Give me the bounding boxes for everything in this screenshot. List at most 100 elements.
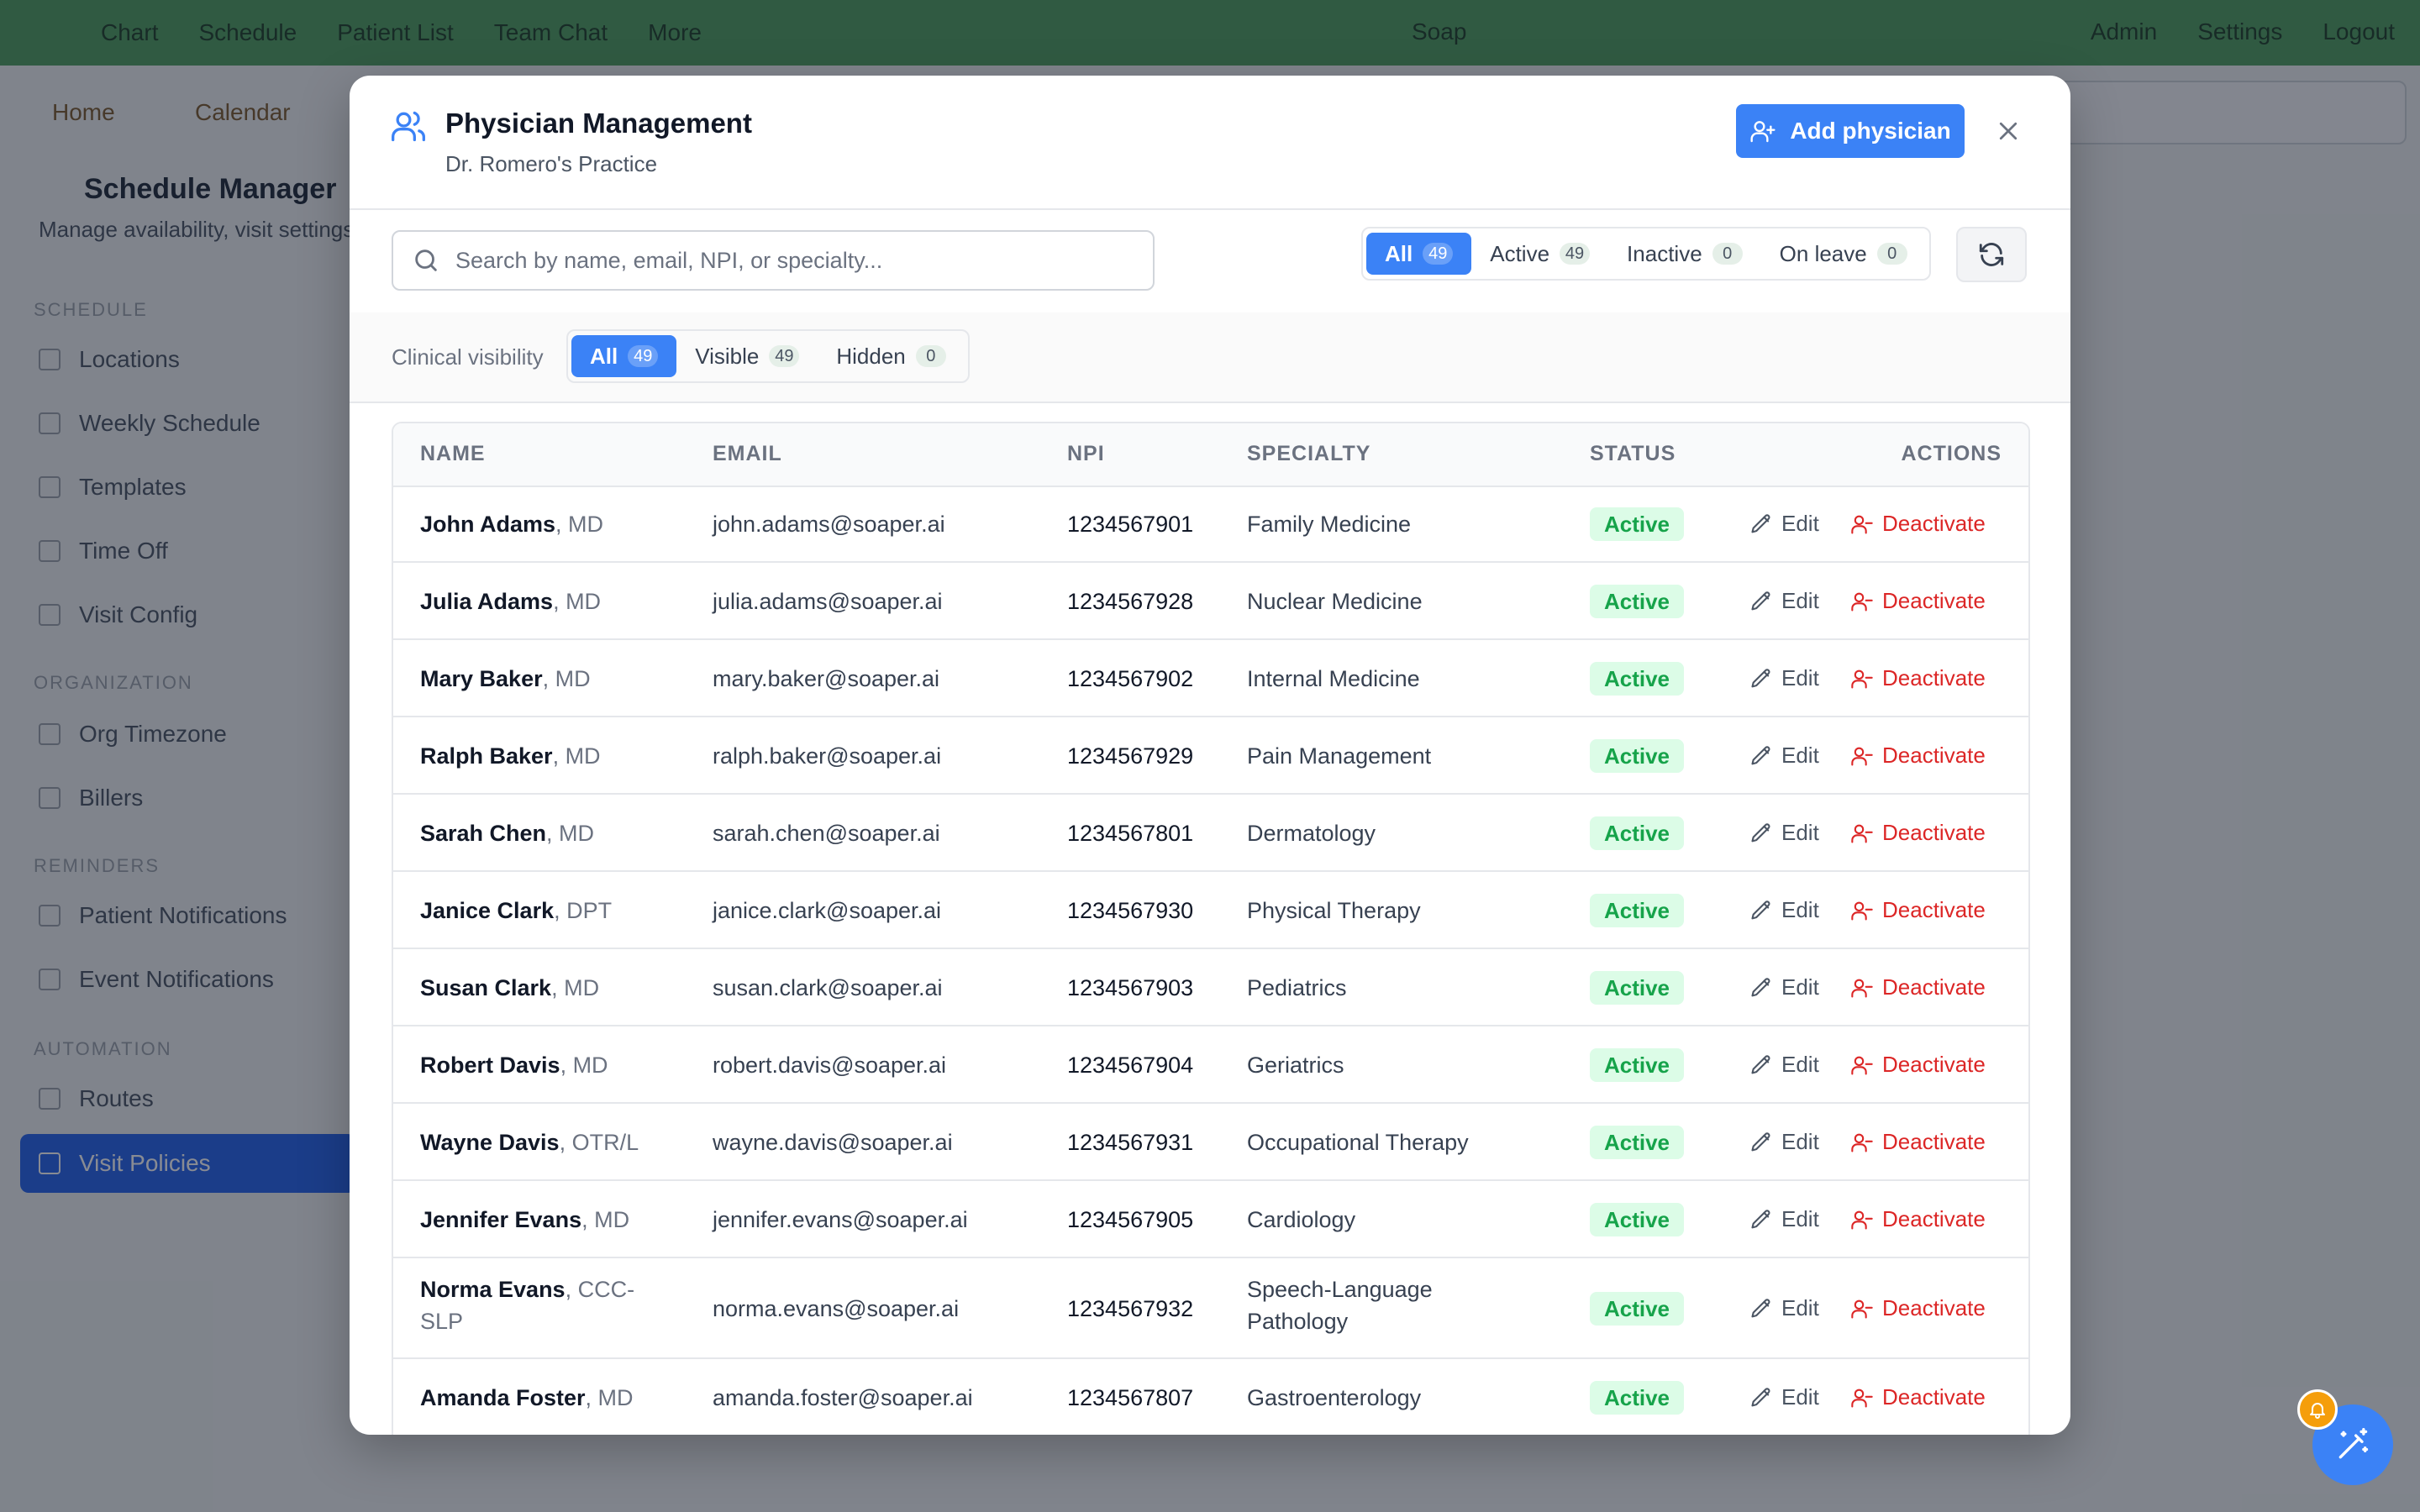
filter-count: 0 [915, 345, 946, 367]
physician-name-cell: Julia Adams, MD [420, 585, 655, 617]
edit-label: Edit [1781, 1129, 1819, 1154]
physician-name: Julia Adams [420, 589, 554, 614]
edit-button[interactable]: Edit [1749, 743, 1819, 769]
physician-name: John Adams [420, 512, 556, 537]
npi-cell: 1234567901 [1067, 512, 1194, 537]
npi-cell: 1234567928 [1067, 589, 1194, 614]
add-physician-button[interactable]: Add physician [1736, 104, 1965, 158]
npi-cell: 1234567903 [1067, 975, 1194, 1000]
edit-label: Edit [1781, 897, 1819, 922]
pencil-icon [1751, 1054, 1770, 1074]
physician-credential: , MD [553, 589, 602, 614]
edit-button[interactable]: Edit [1749, 1295, 1819, 1321]
column-header-specialty[interactable]: SPECIALTY [1247, 442, 1370, 466]
email-cell: ralph.baker@soaper.ai [713, 743, 942, 769]
visibility-filter-visible[interactable]: Visible 49 [676, 335, 818, 377]
table-row: Janice Clark, DPT janice.clark@soaper.ai 1… [393, 872, 2028, 949]
deactivate-button[interactable]: Deactivate [1850, 974, 1986, 1000]
physician-credential: , MD [551, 975, 600, 1000]
physician-name: Amanda Foster [420, 1385, 586, 1410]
deactivate-label: Deactivate [1882, 820, 1986, 845]
physician-name-cell: Wayne Davis, OTR/L [420, 1126, 655, 1158]
bell-icon [2310, 1403, 2325, 1419]
filter-label: Hidden [836, 343, 906, 369]
edit-button[interactable]: Edit [1749, 665, 1819, 691]
deactivate-button[interactable]: Deactivate [1850, 1295, 1986, 1321]
deactivate-button[interactable]: Deactivate [1850, 1129, 1986, 1155]
deactivate-button[interactable]: Deactivate [1850, 1052, 1986, 1078]
visibility-filter-group: All 49 Visible 49 Hidden 0 [566, 329, 970, 383]
pencil-icon [1751, 977, 1770, 996]
table-row: Susan Clark, MD susan.clark@soaper.ai 1234… [393, 949, 2028, 1026]
specialty-cell: Pediatrics [1247, 975, 1347, 1000]
deactivate-label: Deactivate [1882, 974, 1986, 1000]
user-minus-icon [1851, 515, 1873, 534]
status-badge: Active [1590, 1126, 1684, 1159]
table-row: Norma Evans, CCC-SLP norma.evans@soaper.a… [393, 1258, 2028, 1359]
search-field[interactable] [392, 230, 1155, 291]
edit-button[interactable]: Edit [1749, 974, 1819, 1000]
user-minus-icon [1851, 824, 1873, 843]
notification-badge[interactable] [2297, 1389, 2338, 1430]
deactivate-button[interactable]: Deactivate [1850, 665, 1986, 691]
physician-name-cell: Ralph Baker, MD [420, 740, 655, 772]
edit-button[interactable]: Edit [1749, 1384, 1819, 1410]
edit-button[interactable]: Edit [1749, 1052, 1819, 1078]
physician-name-cell: John Adams, MD [420, 508, 655, 540]
edit-button[interactable]: Edit [1749, 1129, 1819, 1155]
search-input[interactable] [454, 246, 1129, 275]
deactivate-button[interactable]: Deactivate [1850, 511, 1986, 537]
physician-credential: , MD [581, 1207, 630, 1232]
email-cell: jennifer.evans@soaper.ai [713, 1207, 968, 1232]
column-header-npi[interactable]: NPI [1067, 442, 1105, 466]
physician-name-cell: Robert Davis, MD [420, 1049, 655, 1081]
email-cell: julia.adams@soaper.ai [713, 589, 943, 614]
deactivate-button[interactable]: Deactivate [1850, 588, 1986, 614]
visibility-filter-all[interactable]: All 49 [571, 335, 677, 377]
column-header-name[interactable]: NAME [420, 442, 486, 466]
edit-button[interactable]: Edit [1749, 511, 1819, 537]
deactivate-button[interactable]: Deactivate [1850, 1384, 1986, 1410]
column-header-email[interactable]: EMAIL [713, 442, 782, 466]
physician-credential: , MD [555, 512, 604, 537]
filter-label: Inactive [1627, 240, 1702, 266]
edit-button[interactable]: Edit [1749, 588, 1819, 614]
email-cell: wayne.davis@soaper.ai [713, 1130, 953, 1155]
status-filter-on-leave[interactable]: On leave 0 [1761, 233, 1926, 275]
deactivate-button[interactable]: Deactivate [1850, 820, 1986, 846]
specialty-cell: Physical Therapy [1247, 898, 1421, 923]
physician-name: Janice Clark [420, 898, 555, 923]
email-cell: norma.evans@soaper.ai [713, 1296, 960, 1321]
specialty-cell: Cardiology [1247, 1207, 1356, 1232]
edit-button[interactable]: Edit [1749, 1206, 1819, 1232]
filter-count: 49 [1423, 243, 1454, 265]
table-row: Ralph Baker, MD ralph.baker@soaper.ai 1234… [393, 717, 2028, 795]
physician-name-cell: Janice Clark, DPT [420, 895, 655, 927]
column-header-status[interactable]: STATUS [1590, 442, 1676, 466]
physician-name: Robert Davis [420, 1053, 560, 1078]
user-minus-icon [1851, 979, 1873, 998]
deactivate-button[interactable]: Deactivate [1850, 1206, 1986, 1232]
pencil-icon [1751, 513, 1770, 533]
npi-cell: 1234567932 [1067, 1296, 1194, 1321]
pencil-icon [1751, 1387, 1770, 1406]
refresh-button[interactable] [1956, 227, 2027, 282]
npi-cell: 1234567807 [1067, 1385, 1194, 1410]
status-badge: Active [1590, 739, 1684, 773]
physician-name: Jennifer Evans [420, 1207, 582, 1232]
edit-label: Edit [1781, 1206, 1819, 1231]
status-filter-inactive[interactable]: Inactive 0 [1608, 233, 1761, 275]
physician-name-cell: Sarah Chen, MD [420, 817, 655, 849]
user-minus-icon [1851, 1210, 1873, 1230]
close-button[interactable] [1988, 111, 2028, 151]
visibility-filter-hidden[interactable]: Hidden 0 [818, 335, 964, 377]
specialty-cell: Pain Management [1247, 743, 1432, 769]
edit-button[interactable]: Edit [1749, 820, 1819, 846]
deactivate-button[interactable]: Deactivate [1850, 897, 1986, 923]
deactivate-button[interactable]: Deactivate [1850, 743, 1986, 769]
status-filter-all[interactable]: All 49 [1366, 233, 1472, 275]
users-icon [392, 111, 425, 142]
deactivate-label: Deactivate [1882, 1206, 1986, 1231]
edit-button[interactable]: Edit [1749, 897, 1819, 923]
status-filter-active[interactable]: Active 49 [1471, 233, 1608, 275]
